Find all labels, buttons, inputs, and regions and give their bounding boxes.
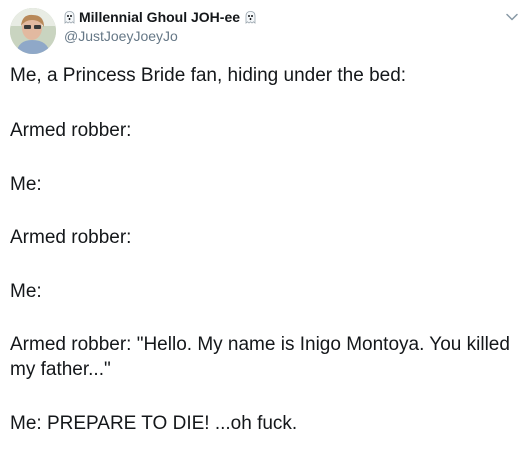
tweet-line: Armed robber: "Hello. My name is Inigo M… bbox=[10, 334, 510, 380]
author-display-name: Millennial Ghoul JOH-ee bbox=[79, 9, 241, 25]
tweet-line: Me: bbox=[10, 174, 42, 195]
chevron-down-icon[interactable] bbox=[505, 10, 519, 24]
author-name-row[interactable]: Millennial Ghoul JOH-ee bbox=[64, 9, 256, 25]
ghost-icon bbox=[245, 10, 256, 24]
tweet-line: Armed robber: bbox=[10, 120, 132, 141]
tweet-line: Me, a Princess Bride fan, hiding under t… bbox=[10, 65, 407, 86]
avatar-image bbox=[10, 8, 56, 54]
tweet-line: Me: bbox=[10, 281, 42, 302]
ghost-icon bbox=[64, 10, 75, 24]
tweet-card: Millennial Ghoul JOH-ee @JustJoeyJoeyJo … bbox=[0, 0, 531, 461]
author-handle[interactable]: @JustJoeyJoeyJo bbox=[64, 28, 178, 44]
tweet-line: Armed robber: bbox=[10, 227, 132, 248]
avatar[interactable] bbox=[10, 8, 56, 54]
tweet-line: Me: PREPARE TO DIE! ...oh fuck. bbox=[10, 413, 298, 434]
